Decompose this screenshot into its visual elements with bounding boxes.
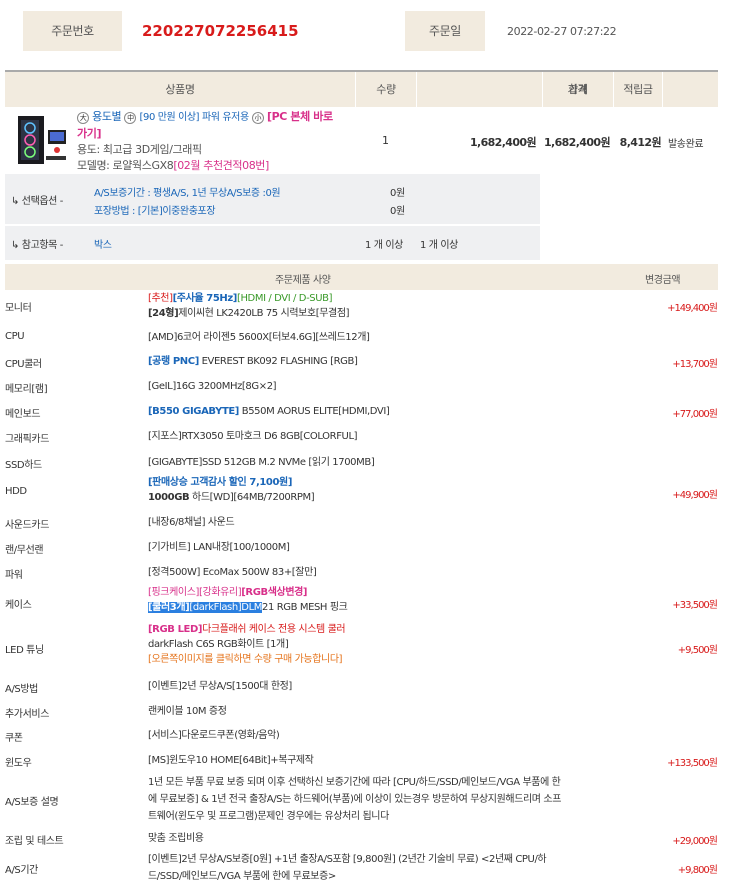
item-price: 1,682,400원: [469, 136, 537, 149]
spec-value-monitor: [추천][주사율 75Hz][HDMI / DVI / D-SUB] [24형]…: [148, 293, 350, 319]
spec-name-sound: 사운드카드: [5, 520, 50, 531]
option-warranty-price: 0원: [390, 188, 405, 199]
spec-value-ssd: [GIGABYTE]SSD 512GB M.2 NVMe [읽기 1700MB]: [148, 457, 375, 468]
spec-name-coupon: 쿠폰: [5, 733, 23, 744]
spec-price-as-period: +9,800원: [677, 865, 718, 876]
product-line-1: 大 용도별 中 [90 만원 이상] 파워 유저용 小 [PC 본체 바로: [77, 109, 357, 126]
category-small-link[interactable]: [PC 본체 바로: [267, 110, 333, 123]
product-info: 大 용도별 中 [90 만원 이상] 파워 유저용 小 [PC 본체 바로 가기…: [77, 109, 357, 174]
spec-name-windows: 윈도우: [5, 758, 32, 769]
category-mid-link[interactable]: [90 만원 이상] 파워 유저용: [140, 112, 250, 123]
spec-value-cooler: [공랭 PNC] EVEREST BK092 FLASHING [RGB]: [148, 356, 358, 367]
spec-delta: 변경금액: [645, 275, 681, 286]
spec-name-extra: 추가서비스: [5, 709, 50, 720]
option-packing: 포장방법 : [기본]이중완충포장: [94, 206, 216, 217]
corner-arrow-icon: ↳: [11, 196, 19, 207]
spec-name-cpu: CPU: [5, 331, 25, 342]
spec-value-coupon: [서비스]다운로드쿠폰(영화/음악): [148, 730, 280, 741]
spec-name-case: 케이스: [5, 600, 32, 611]
spec-value-lan: [기가비트] LAN내장[100/1000M]: [148, 542, 290, 553]
spec-name-ram: 메모리[램]: [5, 384, 48, 395]
spec-header: 주문제품 사양 변경금액: [5, 264, 718, 290]
spec-value-hdd: [판매상승 고객감사 할인 7,100원] 1000GB 하드[WD][64MB…: [148, 477, 315, 503]
col-total: 합계: [568, 83, 588, 96]
spec-value-as-desc: 1년 모든 부품 무료 보증 되며 이후 선택하신 보증기간에 따라 [CPU/…: [148, 777, 561, 822]
spec-value-sound: [내장6/8채널] 사운드: [148, 517, 235, 528]
product-purpose: 용도: 최고급 3D게임/그래픽: [77, 143, 202, 156]
spec-value-board: [B550 GIGABYTE] B550M AORUS ELITE[HDMI,D…: [148, 406, 390, 417]
product-model: 모델명: 로얄웍스GX8[02월 추천견적08번]: [77, 159, 269, 172]
spec-name-power: 파워: [5, 570, 23, 581]
spec-price-led: +9,500원: [677, 645, 718, 656]
col-product: 상품명: [165, 83, 195, 96]
spec-name-as-period: A/S기간: [5, 865, 38, 876]
spec-name-monitor: 모니터: [5, 303, 32, 314]
option-warranty: A/S보증기간 : 평생A/S, 1년 무상A/S보증 :0원: [94, 188, 281, 199]
spec-name-cooler: CPU쿨러: [5, 359, 42, 370]
order-date-value: 2022-02-27 07:27:22: [507, 25, 617, 38]
spec-value-ram: [GeIL]16G 3200MHz[8G×2]: [148, 381, 277, 392]
spec-price-case: +33,500원: [672, 600, 718, 611]
spec-price-hdd: +49,900원: [672, 490, 718, 501]
spec-name-ssd: SSD하드: [5, 460, 42, 471]
spec-value-assembly: 맞춤 조립비용: [148, 833, 204, 844]
spec-name-hdd: HDD: [5, 486, 27, 497]
spec-price-monitor: +149,400원: [667, 303, 718, 314]
spec-value-case: [핑크케이스][강화유리][RGB색상변경] [쿨러3개][darkFlash]…: [148, 587, 348, 613]
spec-value-windows: [MS]윈도우10 HOME[64Bit]+복구제작: [148, 755, 314, 766]
reference-item: 박스: [94, 240, 112, 251]
spec-value-cpu: [AMD]6코어 라이젠5 5600X[터보4.6G][쓰레드12개]: [148, 332, 370, 343]
option-packing-price: 0원: [390, 206, 405, 217]
reference-qty1: 1 개 이상: [365, 240, 403, 251]
spec-price-board: +77,000원: [672, 409, 718, 420]
col-points: 적립금: [623, 83, 653, 96]
badge-large: 大: [77, 112, 89, 124]
spec-price-cooler: +13,700원: [672, 359, 718, 370]
spec-value-vga: [지포스]RTX3050 토마호크 D6 8GB[COLORFUL]: [148, 431, 358, 442]
spec-name-vga: 그래픽카드: [5, 434, 50, 445]
spec-name-assembly: 조립 및 테스트: [5, 836, 64, 847]
category-use-link[interactable]: 용도별: [92, 110, 122, 123]
spec-name-as-desc: A/S보증 설명: [5, 797, 59, 808]
pc-case-image: [18, 116, 66, 164]
reference-label: ↳ 참고항목 -: [11, 240, 63, 251]
order-number-value: 220227072256415: [142, 22, 299, 40]
spec-name-lan: 랜/무선랜: [5, 545, 44, 556]
spec-name-as-method: A/S방법: [5, 684, 38, 695]
badge-small: 小: [251, 112, 264, 124]
spec-price-assembly: +29,000원: [672, 836, 718, 847]
spec-name-led: LED 튜닝: [5, 645, 44, 656]
product-thumbnail[interactable]: [12, 112, 70, 170]
product-line-2: 가기]: [77, 127, 102, 140]
spec-value-power: [정격500W] EcoMax 500W 83+[잘만]: [148, 567, 317, 578]
options-row: [5, 174, 540, 224]
item-points: 8,412원: [619, 136, 662, 149]
options-label: ↳ 선택옵션 -: [11, 196, 63, 207]
spec-price-windows: +133,500원: [667, 758, 718, 769]
order-number-label: 주문번호: [23, 11, 122, 51]
col-price: 가격: [567, 83, 588, 96]
reference-row: [5, 226, 540, 260]
badge-mid: 中: [124, 112, 137, 124]
order-date-label: 주문일: [405, 11, 485, 51]
item-status: 발송완료: [668, 139, 704, 150]
spec-name-board: 메인보드: [5, 409, 41, 420]
corner-arrow-icon: ↳: [11, 240, 19, 251]
item-total: 1,682,400원: [543, 136, 611, 149]
spec-value-as-method: [이벤트]2년 무상A/S[1500대 한정]: [148, 681, 292, 692]
spec-value-led: [RGB LED]다크플래쉬 케이스 전용 시스템 쿨러 darkFlash C…: [148, 624, 346, 665]
col-qty: 수량: [376, 83, 396, 96]
item-qty: 1: [382, 134, 389, 147]
product-table-header: 상품명 수량 가격 합계 적립금: [5, 70, 718, 107]
reference-qty2: 1 개 이상: [420, 240, 458, 251]
spec-value-as-period: [이벤트]2년 무상A/S보증[0원] +1년 출장A/S포함 [9,800원]…: [148, 854, 547, 882]
spec-value-extra: 랜케이블 10M 증정: [148, 706, 227, 717]
spec-title: 주문제품 사양: [275, 275, 331, 286]
